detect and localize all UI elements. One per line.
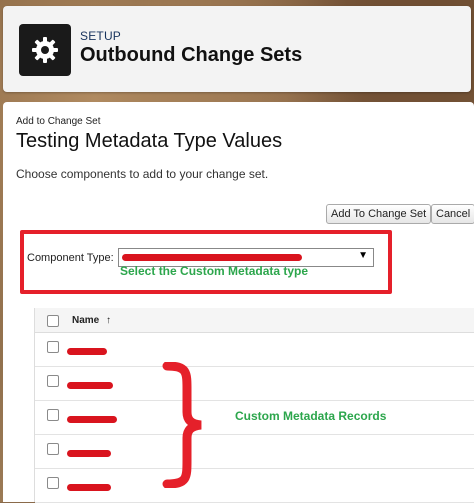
redaction-mark — [67, 450, 111, 457]
cancel-button[interactable]: Cancel — [431, 204, 474, 224]
setup-header: SETUP Outbound Change Sets — [3, 6, 471, 92]
table-row — [35, 435, 474, 469]
sort-ascending-icon: ↑ — [106, 315, 112, 326]
panel-title: Testing Metadata Type Values — [16, 130, 283, 152]
redaction-mark — [67, 348, 107, 355]
add-to-change-set-button[interactable]: Add To Change Set — [326, 204, 432, 224]
name-column-header[interactable]: Name ↑ — [72, 315, 111, 326]
panel-description: Choose components to add to your change … — [16, 167, 269, 181]
gear-icon — [19, 24, 71, 76]
row-checkbox[interactable] — [47, 443, 59, 455]
redaction-mark — [67, 382, 113, 389]
redaction-mark — [67, 416, 117, 423]
redaction-mark — [67, 484, 111, 491]
table-row — [35, 367, 474, 401]
table-row — [35, 333, 474, 367]
breadcrumb: Add to Change Set — [16, 116, 101, 127]
component-type-annotation: Select the Custom Metadata type — [120, 264, 309, 278]
table-row — [35, 469, 474, 503]
select-all-checkbox[interactable] — [47, 315, 59, 327]
dropdown-arrow-icon: ▼ — [358, 250, 368, 261]
component-type-label: Component Type: — [27, 252, 114, 264]
redaction-mark — [122, 254, 302, 261]
row-checkbox[interactable] — [47, 341, 59, 353]
table-header: Name ↑ — [35, 308, 474, 333]
setup-label: SETUP — [80, 29, 122, 43]
records-annotation: Custom Metadata Records — [235, 409, 387, 423]
annotation-brace — [162, 362, 202, 488]
name-header-label: Name — [72, 315, 100, 326]
components-table: Name ↑ — [34, 308, 474, 503]
row-checkbox[interactable] — [47, 409, 59, 421]
page-title: Outbound Change Sets — [80, 44, 303, 66]
row-checkbox[interactable] — [47, 477, 59, 489]
change-set-panel: Add to Change Set Testing Metadata Type … — [3, 102, 474, 503]
row-checkbox[interactable] — [47, 375, 59, 387]
